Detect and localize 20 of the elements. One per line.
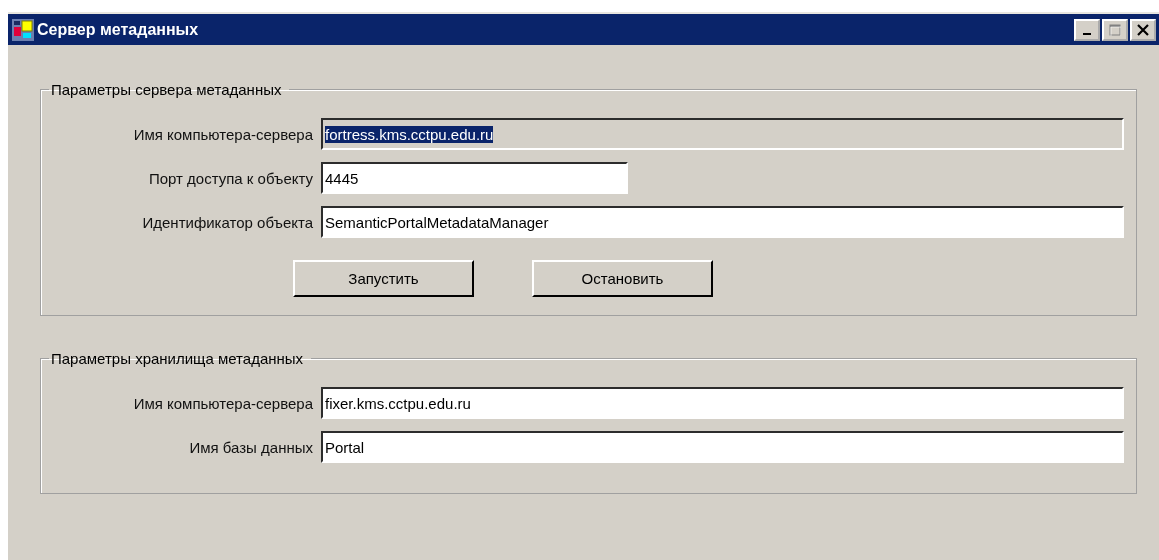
minimize-button[interactable]	[1074, 18, 1100, 41]
close-button[interactable]	[1130, 18, 1156, 41]
field-label: Имя компьютера-сервера	[132, 125, 314, 143]
group-title: Параметры хранилища метаданных	[50, 350, 305, 367]
field-label: Имя базы данных	[188, 438, 314, 456]
field-label: Порт доступа к объекту	[147, 169, 314, 187]
input-field[interactable]: fixer.kms.cctpu.edu.ru	[321, 387, 1124, 419]
field-label: Имя компьютера-сервера	[132, 394, 314, 412]
action-button[interactable]: Запустить	[293, 260, 474, 297]
close-icon	[1137, 23, 1149, 36]
input-field[interactable]: Portal	[321, 431, 1124, 463]
input-field[interactable]: 4445	[321, 162, 628, 194]
input-field[interactable]: SemanticPortalMetadataManager	[321, 206, 1124, 238]
field-label: Идентификатор объекта	[141, 213, 314, 231]
maximize-icon	[1109, 23, 1121, 36]
app-icon	[12, 18, 34, 41]
minimize-icon	[1083, 32, 1091, 35]
action-button[interactable]: Остановить	[532, 260, 713, 297]
group-title: Параметры сервера метаданных	[50, 81, 283, 98]
window-title: Сервер метаданных	[37, 20, 200, 39]
